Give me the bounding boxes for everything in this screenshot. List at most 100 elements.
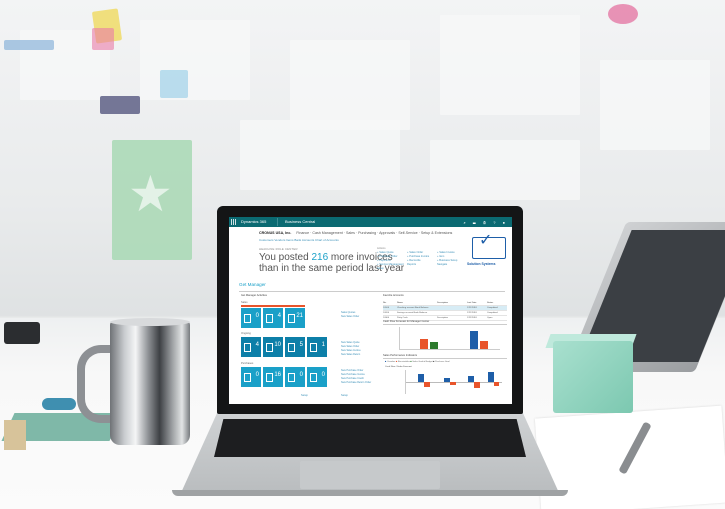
sub-nav[interactable]: Customers Vendors Items Bank Accounts Ch… — [259, 238, 339, 242]
activities-footer-link[interactable]: Setup — [341, 394, 348, 397]
cue-tile[interactable]: 0 — [285, 367, 305, 387]
cue-tile[interactable]: 4 — [263, 308, 283, 328]
mug-rim — [110, 318, 190, 326]
legend-item: Sales Goal — [412, 361, 424, 363]
cue-count: 21 — [296, 313, 303, 319]
section-title: Get Manager — [239, 282, 266, 287]
cue-tile[interactable]: 0 — [241, 308, 261, 328]
laptop-screen: Dynamics 365 Business Central ⌕ ☰ ⚙ ? ● … — [229, 217, 512, 404]
nav-item-cash-management[interactable]: Cash Management — [312, 231, 342, 235]
col-header: Description — [437, 302, 448, 304]
tile-header-bar — [241, 305, 305, 307]
star-icon: ★ — [128, 166, 173, 222]
cue-count: 0 — [255, 313, 259, 319]
main-nav: CRONUS USA, Inc. Finance · Cash Manageme… — [259, 231, 453, 235]
table-cell: Checking account Bank Balance — [397, 307, 429, 309]
app-launcher-icon[interactable] — [231, 219, 237, 225]
sticky-note — [4, 40, 54, 50]
action-navigate[interactable]: Navigate — [437, 263, 467, 267]
metal-mug — [110, 321, 190, 445]
cue-tile[interactable]: 5 — [285, 337, 305, 357]
document-icon — [244, 343, 251, 352]
document-icon — [288, 373, 295, 382]
cue-tile[interactable]: 16 — [263, 367, 283, 387]
document-icon — [266, 343, 273, 352]
chart2-bar — [450, 382, 456, 385]
chart2-bar — [418, 374, 424, 382]
app-module-name: Business Central — [285, 219, 316, 224]
phone — [4, 322, 40, 344]
actions-list: + Sales Quote + Sales Order + Sales Invo… — [377, 251, 467, 271]
group-label-ongoing: Ongoing — [241, 332, 251, 335]
app-product-name: Dynamics 365 — [241, 219, 267, 224]
headline-number: 216 — [311, 252, 329, 263]
header-divider — [277, 218, 278, 226]
company-name: CRONUS USA, Inc. — [259, 231, 292, 235]
document-icon — [244, 314, 251, 323]
nav-item-setup[interactable]: Setup & Extensions — [421, 231, 452, 235]
chart1-title: Cash Flow Forecast for Manager Center — [383, 320, 430, 323]
laptop-trackpad — [300, 461, 440, 489]
chart1-area — [399, 327, 500, 350]
cue-tile[interactable]: 21 — [285, 308, 305, 328]
cue-count: 4 — [277, 313, 281, 319]
cue-tile[interactable]: 10 — [263, 337, 283, 357]
wall-paper — [240, 120, 400, 190]
action-setup[interactable]: Setup — [377, 267, 407, 271]
checkmark-icon: ✓ — [479, 232, 493, 249]
table-cell: 10100 — [383, 307, 390, 309]
cue-count: 1 — [321, 342, 325, 348]
cue-tile[interactable]: 0 — [241, 367, 261, 387]
cue-tile[interactable]: 1 — [307, 337, 327, 357]
wall-paper — [430, 140, 580, 200]
table-cell: Savings account Bank Balance — [397, 312, 428, 314]
link-new-sales-order[interactable]: New Sales Order — [341, 315, 359, 319]
col-header: No. — [383, 302, 387, 304]
wall-paper — [290, 40, 410, 130]
chart1-bar — [430, 342, 438, 349]
table-cell: 1/22/2018 — [467, 317, 477, 319]
activities-title: Get Manager Activities — [241, 294, 267, 297]
actions-panel: Actions + Sales Quote + Sales Order + Sa… — [377, 247, 467, 271]
chart1-bar — [470, 331, 478, 349]
cue-count: 4 — [255, 342, 259, 348]
document-icon — [288, 314, 295, 323]
cue-count: 0 — [321, 372, 325, 378]
header-icons[interactable]: ⌕ ☰ ⚙ ? ● — [463, 220, 508, 225]
chart1-divider — [383, 324, 507, 325]
action-reports[interactable]: Reports — [407, 263, 437, 267]
legend-item: Overdue — [386, 361, 396, 363]
purchases-links: New Purchase Order New Purchase Invoice … — [341, 369, 371, 385]
tape-roll — [42, 398, 76, 410]
ongoing-links: New Sales Quote New Sales Order New Sale… — [341, 341, 361, 357]
company-logo-text: Solution Systems — [467, 262, 496, 266]
col-header: Status — [487, 302, 494, 304]
link-new-purchase-return[interactable]: New Purchase Return Order — [341, 381, 371, 385]
wall-paper — [440, 15, 580, 115]
sticky-note — [100, 96, 140, 114]
chart2-subtitle: Cash Flow / Sales Forecast — [385, 366, 412, 368]
chart2-title: Sales Performance Indicators — [383, 354, 418, 357]
sticky-note — [92, 28, 114, 50]
photo-scene: ★ Dynamics 365 Business Central ⌕ ☰ ⚙ ? … — [0, 0, 725, 509]
cue-tile[interactable]: 0 — [307, 367, 327, 387]
chart2-area — [405, 370, 502, 394]
chart2-bar — [494, 382, 499, 386]
table-cell: Completed — [487, 307, 498, 309]
activities-footer-link[interactable]: Setup — [301, 394, 308, 397]
laptop-front-edge — [172, 490, 568, 496]
table-cell — [437, 306, 467, 310]
cue-tile[interactable]: 4 — [241, 337, 261, 357]
nav-item-self-service[interactable]: Self-Service — [398, 231, 417, 235]
nav-item-purchasing[interactable]: Purchasing — [358, 231, 376, 235]
link-new-sales-return[interactable]: New Sales Return — [341, 353, 361, 357]
nav-item-approvals[interactable]: Approvals — [379, 231, 395, 235]
nav-item-sales[interactable]: Sales — [346, 231, 355, 235]
app-header-bar: Dynamics 365 Business Central ⌕ ☰ ⚙ ? ● — [229, 217, 512, 227]
sticky-note — [608, 4, 638, 24]
document-icon — [244, 373, 251, 382]
col-header: Name — [397, 302, 403, 304]
table-cell: Description — [437, 317, 448, 319]
cue-count: 0 — [255, 372, 259, 378]
nav-item-finance[interactable]: Finance — [296, 231, 309, 235]
